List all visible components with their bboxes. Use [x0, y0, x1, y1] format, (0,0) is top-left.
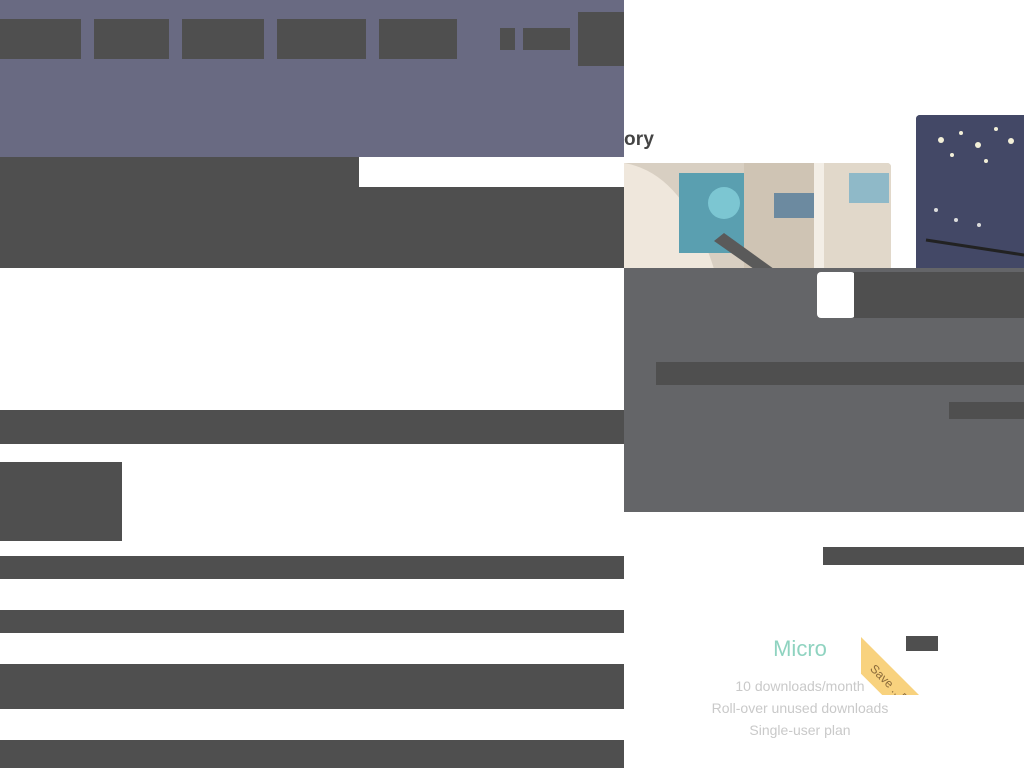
ribbon-redaction — [906, 636, 938, 651]
content-thumbnail[interactable] — [0, 462, 122, 541]
hero-gap — [359, 157, 624, 187]
overlay-title-block — [854, 272, 1024, 318]
overlay-meta — [949, 402, 1024, 419]
text-line-1 — [0, 556, 624, 579]
plan-feature-3: Single-user plan — [749, 722, 851, 738]
text-line-3 — [0, 740, 624, 768]
nav-item-5[interactable] — [379, 19, 457, 59]
section-title: ory — [624, 129, 655, 150]
text-line-2 — [0, 610, 624, 633]
right-caption-bar — [823, 547, 1024, 565]
nav-item-3[interactable] — [182, 19, 264, 59]
menu-control-2[interactable] — [523, 28, 570, 50]
text-block — [0, 664, 624, 709]
mall-image[interactable] — [624, 163, 891, 269]
night-city-illustration — [916, 115, 1024, 269]
mall-illustration — [624, 163, 891, 269]
content-heading-bar — [0, 410, 624, 444]
nav-item-1[interactable] — [0, 19, 81, 59]
menu-control-1[interactable] — [500, 28, 515, 50]
overlay-text-line — [656, 362, 1024, 385]
night-city-image[interactable] — [916, 115, 1024, 269]
overlay-badge-outline — [817, 272, 855, 318]
nav-item-2[interactable] — [94, 19, 169, 59]
nav-item-4[interactable] — [277, 19, 366, 59]
menu-control-3[interactable] — [578, 12, 624, 66]
plan-feature-2: Roll-over unused downloads — [711, 700, 889, 716]
savings-ribbon: Save ...50 — [861, 609, 947, 695]
